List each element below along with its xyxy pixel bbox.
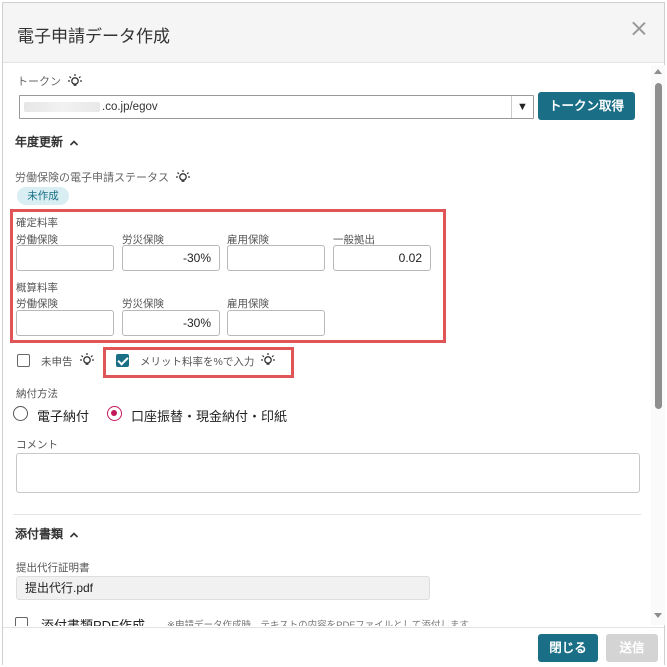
payment-method-label: 納付方法 [16, 388, 58, 400]
attachments-title: 添付書類 [15, 527, 64, 541]
status-label-row: 労働保険の電子申請ステータス [15, 169, 191, 185]
scroll-down-icon[interactable] [654, 613, 662, 618]
comment-textarea[interactable] [16, 453, 640, 493]
dropdown-caret-icon[interactable]: ▼ [511, 96, 533, 118]
token-redacted [24, 102, 100, 112]
lightbulb-icon[interactable] [260, 352, 276, 368]
dialog-title: 電子申請データ作成 [17, 27, 170, 46]
confirmed-workers-comp-input[interactable]: -30% [122, 245, 220, 271]
pdf-create-label: 添付書類PDF作成 [41, 618, 146, 626]
electronic-application-dialog: 電子申請データ作成 トークン .co.jp/egov ▼ トークン取得 年度更新… [2, 2, 665, 665]
scroll-up-icon[interactable] [654, 69, 662, 74]
year-update-header[interactable]: 年度更新 [15, 133, 79, 150]
token-value: .co.jp/egov [102, 101, 158, 113]
close-icon[interactable] [627, 17, 651, 41]
status-badge: 未作成 [17, 187, 69, 205]
token-select[interactable]: .co.jp/egov ▼ [19, 95, 534, 119]
scrollbar-thumb[interactable] [655, 83, 662, 409]
chevron-up-icon[interactable] [69, 138, 79, 148]
not-filed-label: 未申告 [41, 356, 73, 368]
comment-label: コメント [16, 439, 58, 451]
radio-bank-transfer[interactable] [107, 406, 122, 421]
dialog-footer: 閉じる 送信 [3, 627, 664, 665]
lightbulb-icon[interactable] [175, 169, 191, 185]
lightbulb-icon[interactable] [79, 352, 95, 368]
proxy-cert-file[interactable]: 提出代行.pdf [16, 576, 430, 600]
token-label-row: トークン [17, 73, 83, 89]
payment-option-bank-transfer[interactable]: 口座振替・現金納付・印紙 [131, 406, 287, 425]
dialog-titlebar: 電子申請データ作成 [3, 3, 664, 63]
lightbulb-icon[interactable] [67, 73, 83, 89]
pdf-create-note: ※申請データ作成時、テキストの内容をPDFファイルとして添付します [167, 620, 469, 626]
estimated-labor-input[interactable] [16, 310, 114, 336]
proxy-cert-label: 提出代行証明書 [16, 562, 90, 574]
confirmed-general-input[interactable]: 0.02 [333, 245, 431, 271]
estimated-label-employment: 雇用保険 [227, 298, 269, 310]
confirmed-employment-input[interactable] [227, 245, 325, 271]
confirmed-rate-header: 確定料率 [16, 217, 58, 229]
merit-rate-label: メリット料率を%で入力 [140, 356, 255, 368]
pdf-create-row: 添付書類PDF作成 ※申請データ作成時、テキストの内容をPDFファイルとして添付… [3, 607, 649, 626]
not-filed-checkbox[interactable] [17, 354, 30, 367]
merit-rate-checkbox[interactable] [116, 354, 129, 367]
estimated-employment-input[interactable] [227, 310, 325, 336]
radio-electronic-payment[interactable] [13, 406, 28, 421]
estimated-workers-comp-input[interactable]: -30% [122, 310, 220, 336]
section-divider [13, 514, 641, 515]
estimated-label-labor: 労働保険 [16, 298, 58, 310]
fetch-token-button[interactable]: トークン取得 [538, 92, 635, 120]
close-button[interactable]: 閉じる [538, 634, 598, 662]
pdf-create-checkbox[interactable] [15, 617, 28, 626]
attachments-header[interactable]: 添付書類 [15, 525, 79, 542]
chevron-up-icon[interactable] [69, 530, 79, 540]
estimated-rate-header: 概算料率 [16, 282, 58, 294]
status-label: 労働保険の電子申請ステータス [15, 172, 169, 184]
confirmed-labor-input[interactable] [16, 245, 114, 271]
token-label: トークン [17, 76, 61, 88]
year-update-title: 年度更新 [15, 135, 64, 149]
send-button[interactable]: 送信 [606, 634, 658, 662]
estimated-label-workers-comp: 労災保険 [122, 298, 164, 310]
payment-option-electronic[interactable]: 電子納付 [37, 406, 89, 425]
